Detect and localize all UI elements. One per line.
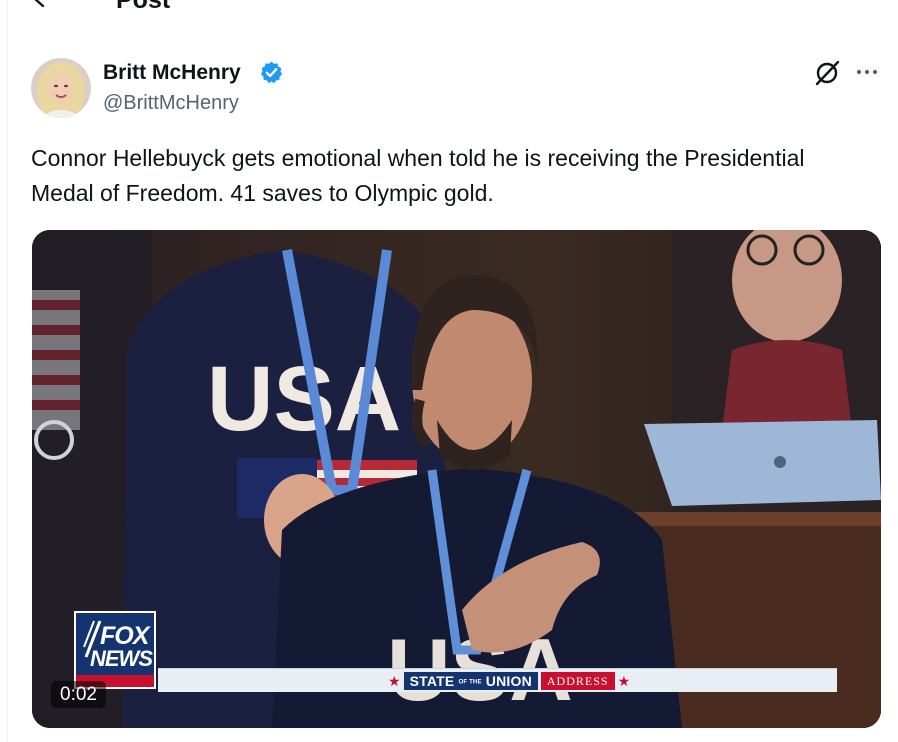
video-player[interactable]: USA USA: [32, 230, 881, 728]
page-title: Post: [116, 0, 171, 14]
more-horizontal-icon[interactable]: [853, 58, 881, 86]
avatar[interactable]: [31, 58, 91, 118]
tweet-text: Connor Hellebuyck gets emotional when to…: [31, 145, 805, 206]
star-icon: ★: [388, 673, 401, 689]
logo-line-2: NEWS: [90, 646, 153, 671]
state-of-union-banner: ★ STATE OF THE UNION ADDRESS ★: [388, 672, 630, 690]
banner-union: UNION: [485, 673, 532, 689]
post-page: Post Britt McHenry @BrittMcHenry Connor …: [0, 0, 898, 742]
fox-news-logo: FOX NEWS: [74, 611, 156, 689]
verified-badge-icon: [260, 61, 283, 84]
banner-of-the: OF THE: [458, 679, 482, 686]
author-handle[interactable]: @BrittMcHenry: [103, 90, 239, 116]
author-display-name[interactable]: Britt McHenry: [103, 60, 241, 86]
column-divider: [7, 0, 8, 742]
banner-address: ADDRESS: [540, 672, 615, 690]
grok-icon[interactable]: [812, 58, 842, 88]
video-frame: USA USA: [32, 230, 881, 728]
video-duration: 0:02: [51, 681, 106, 708]
star-icon: ★: [617, 673, 631, 689]
banner-title: STATE OF THE UNION: [403, 672, 538, 690]
banner-state: STATE: [409, 673, 455, 689]
back-arrow-icon[interactable]: [30, 0, 60, 10]
